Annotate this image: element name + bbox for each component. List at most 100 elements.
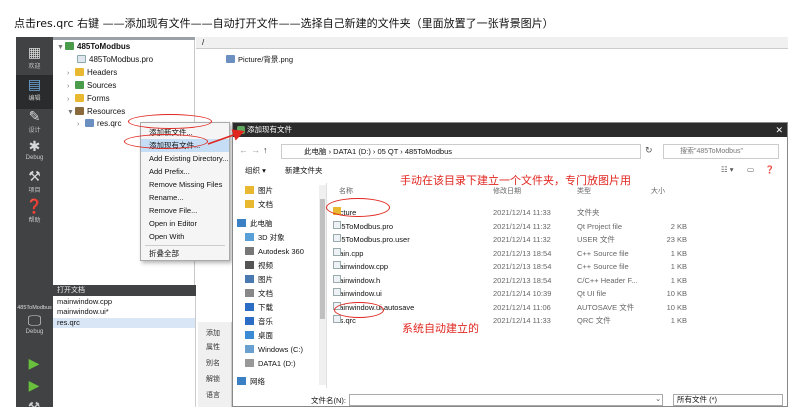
image-file-icon bbox=[226, 55, 235, 63]
search-input[interactable]: 搜索"485ToModbus" bbox=[663, 144, 779, 159]
menu-open-with[interactable]: Open With bbox=[141, 230, 229, 243]
organize-button[interactable]: 组织 ▾ bbox=[245, 165, 266, 176]
view-options-icon[interactable]: ☷ ▾ bbox=[721, 165, 734, 174]
mode-edit[interactable]: ▤ 编辑 bbox=[16, 75, 53, 109]
file-row[interactable]: mainwindow.ui.autosave 2021/12/14 11:06 AU… bbox=[333, 301, 693, 314]
menu-open-in-editor[interactable]: Open in Editor bbox=[141, 217, 229, 230]
folder-icon bbox=[75, 68, 84, 76]
editor-file-item[interactable]: Picture/背景.png bbox=[226, 54, 293, 65]
scrollbar-thumb[interactable] bbox=[320, 199, 325, 319]
run-icon[interactable]: ▶ bbox=[24, 355, 44, 371]
breadcrumb-item[interactable]: 05 QT bbox=[377, 147, 398, 156]
nav-item[interactable]: Windows (C:) bbox=[245, 344, 303, 356]
menu-remove-missing[interactable]: Remove Missing Files bbox=[141, 178, 229, 191]
preview-pane-icon[interactable]: ▭ bbox=[747, 165, 754, 174]
file-row[interactable]: mainwindow.cpp 2021/12/13 18:54 C++ Source… bbox=[333, 261, 693, 273]
breadcrumb-item[interactable]: 此电脑 bbox=[304, 147, 327, 156]
chevron-right-icon: › bbox=[67, 70, 70, 77]
mode-projects[interactable]: ⚒ 项目 bbox=[16, 167, 53, 201]
file-row[interactable]: 485ToModbus.pro 2021/12/14 11:32 Qt Projec… bbox=[333, 220, 693, 233]
open-doc-item[interactable]: res.qrc bbox=[53, 318, 195, 328]
menu-collapse-all[interactable]: 折叠全部 bbox=[141, 247, 229, 260]
cube-icon bbox=[245, 233, 254, 241]
drive-icon bbox=[245, 359, 254, 367]
file-name: mainwindow.h bbox=[333, 274, 381, 285]
menu-add-existing-directory[interactable]: Add Existing Directory... bbox=[141, 152, 229, 165]
kit-selector[interactable]: 485ToModbus 🖵 Debug bbox=[16, 305, 53, 345]
strip-label: 属性 bbox=[206, 344, 220, 351]
document-icon bbox=[245, 289, 254, 297]
mode-design[interactable]: ✎ 设计 bbox=[16, 107, 53, 141]
menu-add-prefix[interactable]: Add Prefix... bbox=[141, 165, 229, 178]
column-size[interactable]: 大小 bbox=[651, 186, 665, 196]
mode-debug[interactable]: ✱ Debug bbox=[16, 137, 53, 171]
nav-item[interactable]: 图片 bbox=[245, 185, 273, 197]
mode-welcome[interactable]: ▦ 欢迎 bbox=[16, 43, 53, 77]
new-folder-button[interactable]: 新建文件夹 bbox=[285, 165, 323, 176]
close-icon[interactable]: ✕ bbox=[775, 123, 783, 137]
nav-item[interactable]: 此电脑 bbox=[237, 218, 273, 230]
nav-item[interactable]: 网络 bbox=[237, 376, 265, 388]
add-existing-file-dialog: 添加现有文件 ✕ ← → ↑ 此电脑 › DATA1 (D:) › 05 QT … bbox=[232, 122, 788, 407]
menu-remove-file[interactable]: Remove File... bbox=[141, 204, 229, 217]
tree-item-headers[interactable]: › Headers bbox=[67, 67, 117, 79]
file-type: C++ Source file bbox=[577, 262, 629, 271]
annotation-folder-note: 手动在该目录下建立一个文件夹，专门放图片用 bbox=[400, 174, 631, 187]
file-size: 1 KB bbox=[670, 275, 687, 285]
edit-icon: ▤ bbox=[27, 76, 42, 92]
network-icon bbox=[237, 377, 246, 385]
chevron-down-icon[interactable]: ⌄ bbox=[655, 394, 661, 403]
drive-icon bbox=[245, 345, 254, 353]
tree-root[interactable]: ▼ 485ToModbus bbox=[57, 41, 130, 53]
refresh-icon[interactable]: ↻ bbox=[645, 145, 653, 156]
nav-item[interactable]: 下载 bbox=[245, 302, 273, 314]
menu-rename[interactable]: Rename... bbox=[141, 191, 229, 204]
file-size: 2 KB bbox=[670, 221, 687, 231]
breadcrumb-item[interactable]: 485ToModbus bbox=[405, 147, 452, 156]
file-row[interactable]: mainwindow.h 2021/12/13 18:54 C/C++ Header… bbox=[333, 274, 693, 287]
breadcrumb-item[interactable]: DATA1 (D:) bbox=[333, 147, 371, 156]
annotation-qrc-note: 系统自动建立的 bbox=[402, 322, 479, 335]
column-name[interactable]: 名称 bbox=[339, 186, 353, 196]
filename-input[interactable] bbox=[349, 394, 663, 406]
file-size: 1 KB bbox=[670, 262, 687, 271]
address-bar[interactable]: 此电脑 › DATA1 (D:) › 05 QT › 485ToModbus bbox=[281, 144, 641, 159]
nav-item[interactable]: 图片 bbox=[245, 274, 273, 286]
monitor-icon: 🖵 bbox=[27, 312, 42, 328]
open-documents-list: mainwindow.cpp mainwindow.ui* res.qrc bbox=[53, 296, 196, 407]
debug-run-icon[interactable]: ▶ bbox=[24, 377, 44, 393]
tree-item-pro[interactable]: 485ToModbus.pro bbox=[77, 54, 153, 66]
up-icon[interactable]: ↑ bbox=[263, 145, 268, 155]
tree-item-sources[interactable]: › Sources bbox=[67, 80, 116, 92]
filename-label: 文件名(N): bbox=[311, 396, 346, 405]
file-date: 2021/12/14 11:06 bbox=[493, 302, 551, 312]
nav-scrollbar[interactable] bbox=[319, 185, 326, 385]
nav-item[interactable]: 文档 bbox=[245, 199, 273, 211]
open-doc-item[interactable]: mainwindow.ui* bbox=[57, 307, 109, 317]
filetype-select[interactable]: 所有文件 (*) bbox=[673, 394, 783, 406]
file-row[interactable]: 485ToModbus.pro.user 2021/12/14 11:32 USER… bbox=[333, 234, 693, 246]
help-icon[interactable]: ❓ bbox=[765, 165, 774, 174]
tree-item-forms[interactable]: › Forms bbox=[67, 93, 110, 105]
nav-item[interactable]: 3D 对象 bbox=[245, 232, 285, 244]
file-row[interactable]: res.qrc 2021/12/14 11:33 QRC 文件 1 KB bbox=[333, 315, 693, 327]
nav-item[interactable]: 音乐 bbox=[245, 316, 273, 328]
file-row[interactable]: mainwindow.ui 2021/12/14 10:39 Qt UI file 1… bbox=[333, 288, 693, 300]
nav-item[interactable]: DATA1 (D:) bbox=[245, 358, 296, 370]
file-date: 2021/12/14 11:32 bbox=[493, 221, 551, 231]
file-row[interactable]: main.cpp 2021/12/13 18:54 C++ Source file 1… bbox=[333, 247, 693, 260]
tree-item-qrc[interactable]: › res.qrc bbox=[77, 118, 121, 130]
property-strip: 添加 属性 别名 解锁 语言 bbox=[198, 322, 232, 407]
open-doc-item[interactable]: mainwindow.cpp bbox=[57, 297, 112, 307]
nav-item[interactable]: 文档 bbox=[245, 288, 273, 300]
build-icon[interactable]: ⚒ bbox=[24, 399, 44, 407]
nav-item[interactable]: 视频 bbox=[245, 260, 273, 272]
bug-icon: ✱ bbox=[28, 138, 41, 154]
file-date: 2021/12/13 18:54 bbox=[493, 275, 552, 285]
forward-icon[interactable]: → bbox=[251, 145, 260, 155]
back-icon[interactable]: ← bbox=[239, 145, 248, 155]
tree-item-resources[interactable]: ▼ Resources bbox=[67, 106, 125, 118]
nav-item[interactable]: 桌面 bbox=[245, 330, 273, 342]
mode-help[interactable]: ❓ 帮助 bbox=[16, 197, 53, 231]
nav-item[interactable]: Autodesk 360 bbox=[245, 246, 304, 258]
